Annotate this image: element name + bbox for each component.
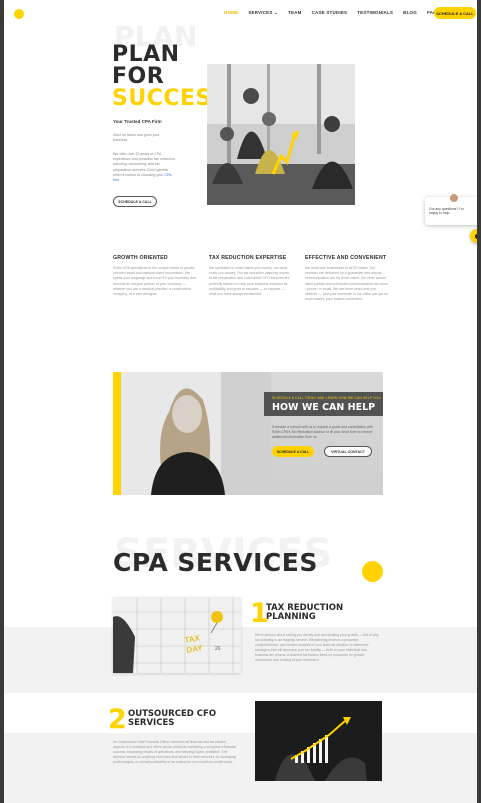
schedule-call-header-button[interactable]: SCHEDULE A CALL — [434, 7, 476, 19]
hero-description: We offer over 20 years of CPA experience… — [113, 152, 175, 183]
feature-tax-reduction: TAX REDUCTION EXPERTISE We specialize in… — [209, 255, 293, 297]
feature-growth-oriented: GROWTH ORIENTED Rollin CPA specializes i… — [113, 255, 197, 297]
feature-effective-convenient: EFFECTIVE AND CONVENIENT We work with bu… — [305, 255, 389, 302]
schedule-call-hero-button[interactable]: SCHEDULE A CALL — [113, 196, 157, 207]
service-text-tax-planning: We're serious about saving you money and… — [255, 633, 379, 662]
service-band-2 — [4, 733, 477, 803]
virtual-contact-button[interactable]: VIRTUAL CONTACT — [324, 446, 372, 457]
nav-testimonials[interactable]: TESTIMONIALS — [357, 10, 393, 16]
decorative-dot — [362, 561, 383, 582]
hero-team-photo — [207, 64, 355, 205]
calendar-number: 26 — [215, 646, 221, 652]
nav-blog[interactable]: BLOG — [403, 10, 417, 16]
help-woman-photo — [121, 372, 271, 495]
feature-title: GROWTH ORIENTED — [113, 255, 168, 261]
feature-text: We work with businesses in all 50 states… — [305, 266, 389, 302]
nav-team[interactable]: TEAM — [288, 10, 302, 16]
service-title-outsourced-cfo: OUTSOURCED CFO SERVICES — [128, 709, 217, 728]
growth-chart-image — [255, 701, 382, 781]
page: HOME SERVICES ⌄ TEAM CASE STUDIES TESTIM… — [4, 0, 477, 803]
hero-intro: Save on taxes and grow your business. — [113, 133, 160, 143]
services-title: CPA SERVICES — [113, 548, 318, 577]
nav-home[interactable]: HOME — [224, 10, 238, 16]
schedule-call-help-button[interactable]: SCHEDULE A CALL — [272, 446, 314, 457]
service-text-outsourced-cfo: An Outsourced Chief Financial Officer ov… — [113, 740, 236, 764]
help-title: HOW WE CAN HELP — [272, 402, 376, 413]
help-accent-bar — [113, 372, 121, 495]
feature-title: EFFECTIVE AND CONVENIENT — [305, 255, 387, 261]
calendar-tax-day-image: TAX DAY 26 — [113, 597, 241, 673]
feature-title: TAX REDUCTION EXPERTISE — [209, 255, 287, 261]
logo[interactable] — [14, 9, 24, 19]
hero-title-line1: PLAN — [112, 42, 180, 67]
chat-agent-avatar — [449, 193, 459, 203]
feature-text: We specialize in what makes you money, n… — [209, 266, 290, 297]
nav-case-studies[interactable]: CASE STUDIES — [312, 10, 348, 16]
service-number-2: 2 — [108, 704, 127, 735]
help-text: Schedule a consult with us to request a … — [272, 425, 374, 439]
nav-services[interactable]: SERVICES ⌄ — [248, 10, 278, 16]
chat-icon — [475, 234, 477, 239]
chat-popup-text: Got any questions? I'm happy to help. — [429, 207, 464, 216]
chat-popup[interactable]: × Got any questions? I'm happy to help. — [425, 193, 477, 225]
hero-tagline: Your Trusted CPA Firm — [113, 119, 162, 124]
feature-text: Rollin CPA specializes in the unique nee… — [113, 266, 196, 297]
chat-launcher-button[interactable] — [470, 229, 477, 243]
help-eyebrow: SCHEDULE A CALL TODAY AND LEARN HOW WE C… — [272, 396, 382, 400]
service-title-tax-planning: TAX REDUCTION PLANNING — [266, 603, 344, 622]
